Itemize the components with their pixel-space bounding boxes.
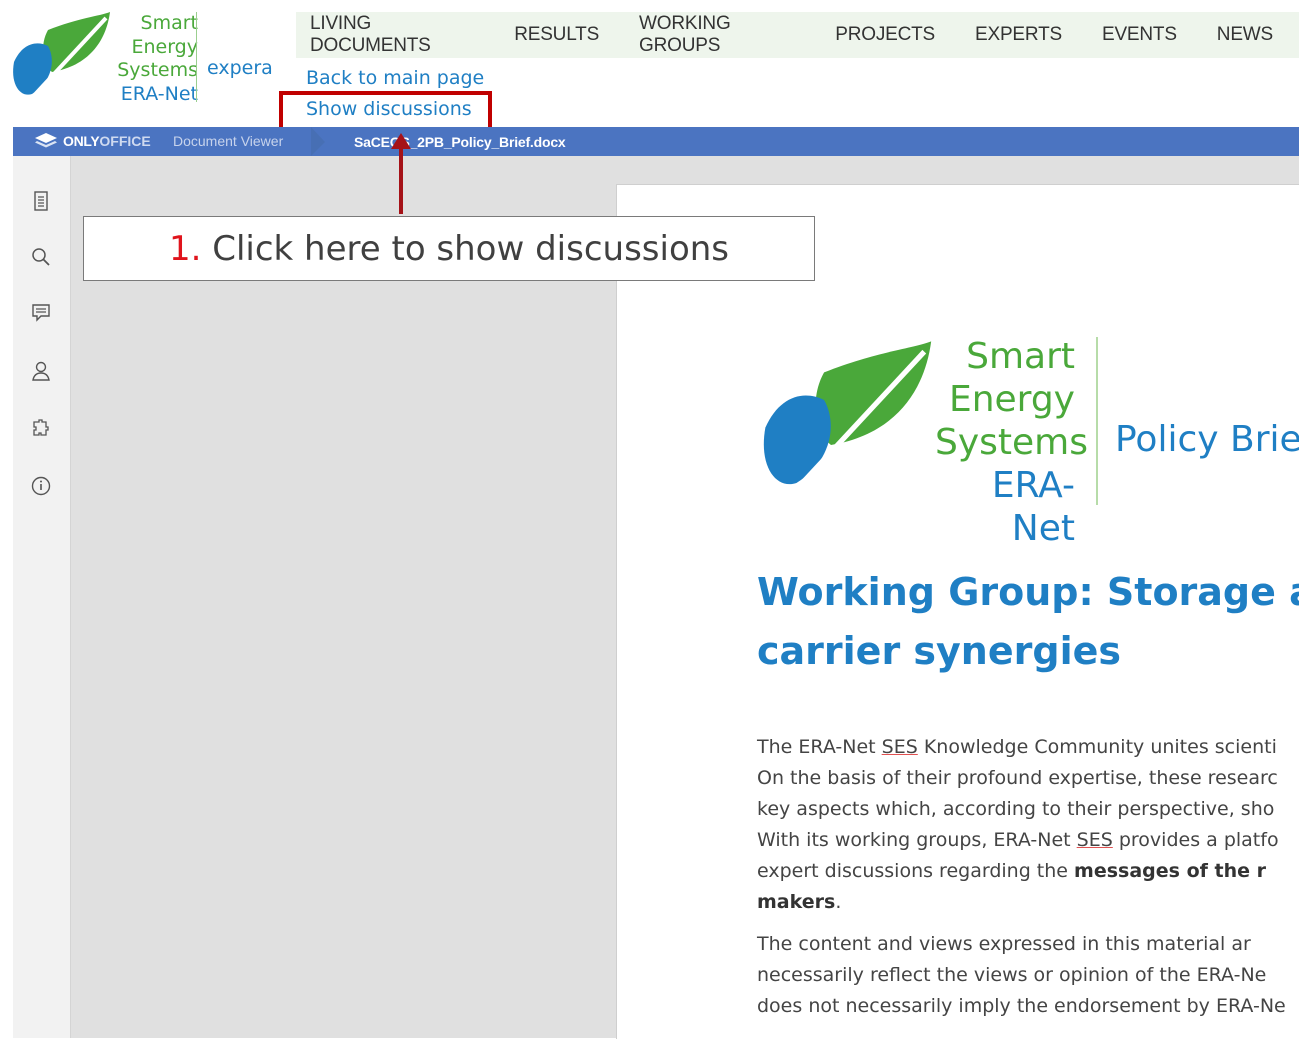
document-paragraph: The ERA-Net SES Knowledge Community unit… bbox=[757, 732, 1299, 918]
spellcheck-word: SES bbox=[881, 736, 918, 758]
logo-line-systems: Systems bbox=[117, 59, 198, 81]
logo-wordmark: Smart Energy Systems ERA-Net bbox=[117, 12, 198, 106]
text-run: key aspects which, according to their pe… bbox=[757, 798, 1275, 820]
callout-arrow bbox=[399, 148, 403, 214]
document-title-line1: Working Group: Storage a bbox=[757, 570, 1299, 614]
callout-arrow-head bbox=[391, 133, 411, 149]
document-title: Working Group: Storage a carrier synergi… bbox=[757, 563, 1299, 681]
doc-logo-divider bbox=[1096, 337, 1098, 505]
text-run: does not necessarily imply the endorseme… bbox=[757, 995, 1286, 1017]
nav-events[interactable]: EVENTS bbox=[1088, 24, 1177, 46]
document-page[interactable]: Smart Energy Systems ERA-Net Policy Brie… bbox=[616, 184, 1299, 1039]
callout-text: Click here to show discussions bbox=[212, 228, 730, 269]
nav-living-documents[interactable]: LIVING DOCUMENTS bbox=[296, 13, 474, 57]
document-icon[interactable] bbox=[29, 189, 53, 213]
leaf-logo-icon bbox=[763, 341, 932, 499]
search-icon[interactable] bbox=[29, 245, 53, 269]
callout-step-number: 1. bbox=[168, 228, 202, 269]
viewer-mode-label: Document Viewer bbox=[173, 133, 284, 149]
text-run: provides a platfo bbox=[1112, 829, 1279, 851]
plugin-icon[interactable] bbox=[29, 416, 53, 440]
layers-icon bbox=[35, 133, 57, 148]
nav-projects[interactable]: PROJECTS bbox=[821, 24, 935, 46]
back-to-main-link[interactable]: Back to main page bbox=[306, 67, 484, 89]
main-nav: LIVING DOCUMENTS RESULTS WORKING GROUPS … bbox=[296, 12, 1299, 58]
instruction-callout: 1. Click here to show discussions bbox=[83, 216, 815, 281]
user-icon[interactable] bbox=[29, 359, 53, 383]
document-tab[interactable]: SaCEGS_2PB_Policy_Brief.docx bbox=[326, 127, 566, 156]
left-toolbar bbox=[13, 156, 71, 1038]
bold-text-run: messages of the r bbox=[1074, 860, 1266, 882]
document-logo: Smart Energy Systems ERA-Net Policy Brie… bbox=[755, 335, 1299, 549]
doc-logo-line-systems: Systems bbox=[935, 422, 1088, 463]
onlyoffice-brand: ONLY OFFICE bbox=[35, 133, 151, 149]
logo-line-smart: Smart bbox=[140, 12, 198, 34]
text-run: expert discussions regarding the bbox=[757, 860, 1075, 882]
text-run: The content and views expressed in this … bbox=[757, 933, 1251, 955]
document-paragraph: The content and views expressed in this … bbox=[757, 929, 1299, 1022]
logo-line-eranet: ERA-Net bbox=[120, 82, 198, 105]
spellcheck-word: SES bbox=[1076, 829, 1113, 851]
viewer-header-bar: ONLY OFFICE Document Viewer SaCEGS_2PB_P… bbox=[13, 127, 1299, 156]
text-run: . bbox=[835, 891, 842, 913]
doc-logo-policy-brief: Policy Brief bbox=[1115, 419, 1299, 460]
text-run: The ERA-Net bbox=[757, 736, 882, 758]
doc-logo-line-energy: Energy bbox=[948, 379, 1075, 420]
site-logo[interactable]: Smart Energy Systems ERA-Net bbox=[8, 12, 198, 106]
brand-only: ONLY bbox=[63, 133, 100, 149]
doc-logo-line-eranet: ERA-Net bbox=[991, 465, 1075, 549]
text-run: necessarily reflect the views or opinion… bbox=[757, 964, 1267, 986]
nav-working-groups[interactable]: WORKING GROUPS bbox=[625, 13, 795, 57]
text-run: With its working groups, ERA-Net bbox=[757, 829, 1077, 851]
leaf-logo-icon bbox=[13, 12, 110, 104]
bold-text-run: makers bbox=[757, 891, 836, 913]
logo-expera: expera bbox=[207, 57, 273, 79]
nav-experts[interactable]: EXPERTS bbox=[961, 24, 1062, 46]
comment-icon[interactable] bbox=[29, 301, 53, 325]
logo-divider bbox=[196, 12, 197, 102]
text-run: On the basis of their profound expertise… bbox=[757, 767, 1278, 789]
nav-news[interactable]: NEWS bbox=[1203, 24, 1273, 46]
tab-divider bbox=[311, 127, 325, 156]
nav-results[interactable]: RESULTS bbox=[500, 24, 599, 46]
logo-line-energy: Energy bbox=[131, 35, 198, 58]
document-logo-wordmark: Smart Energy Systems ERA-Net bbox=[935, 335, 1088, 550]
brand-office: OFFICE bbox=[99, 133, 151, 149]
document-title-line2: carrier synergies bbox=[757, 629, 1121, 673]
document-filename: SaCEGS_2PB_Policy_Brief.docx bbox=[354, 133, 566, 150]
info-icon[interactable] bbox=[29, 474, 53, 498]
doc-logo-line-smart: Smart bbox=[966, 336, 1075, 377]
text-run: Knowledge Community unites scienti bbox=[917, 736, 1277, 758]
document-body: The ERA-Net SES Knowledge Community unit… bbox=[757, 732, 1299, 1033]
